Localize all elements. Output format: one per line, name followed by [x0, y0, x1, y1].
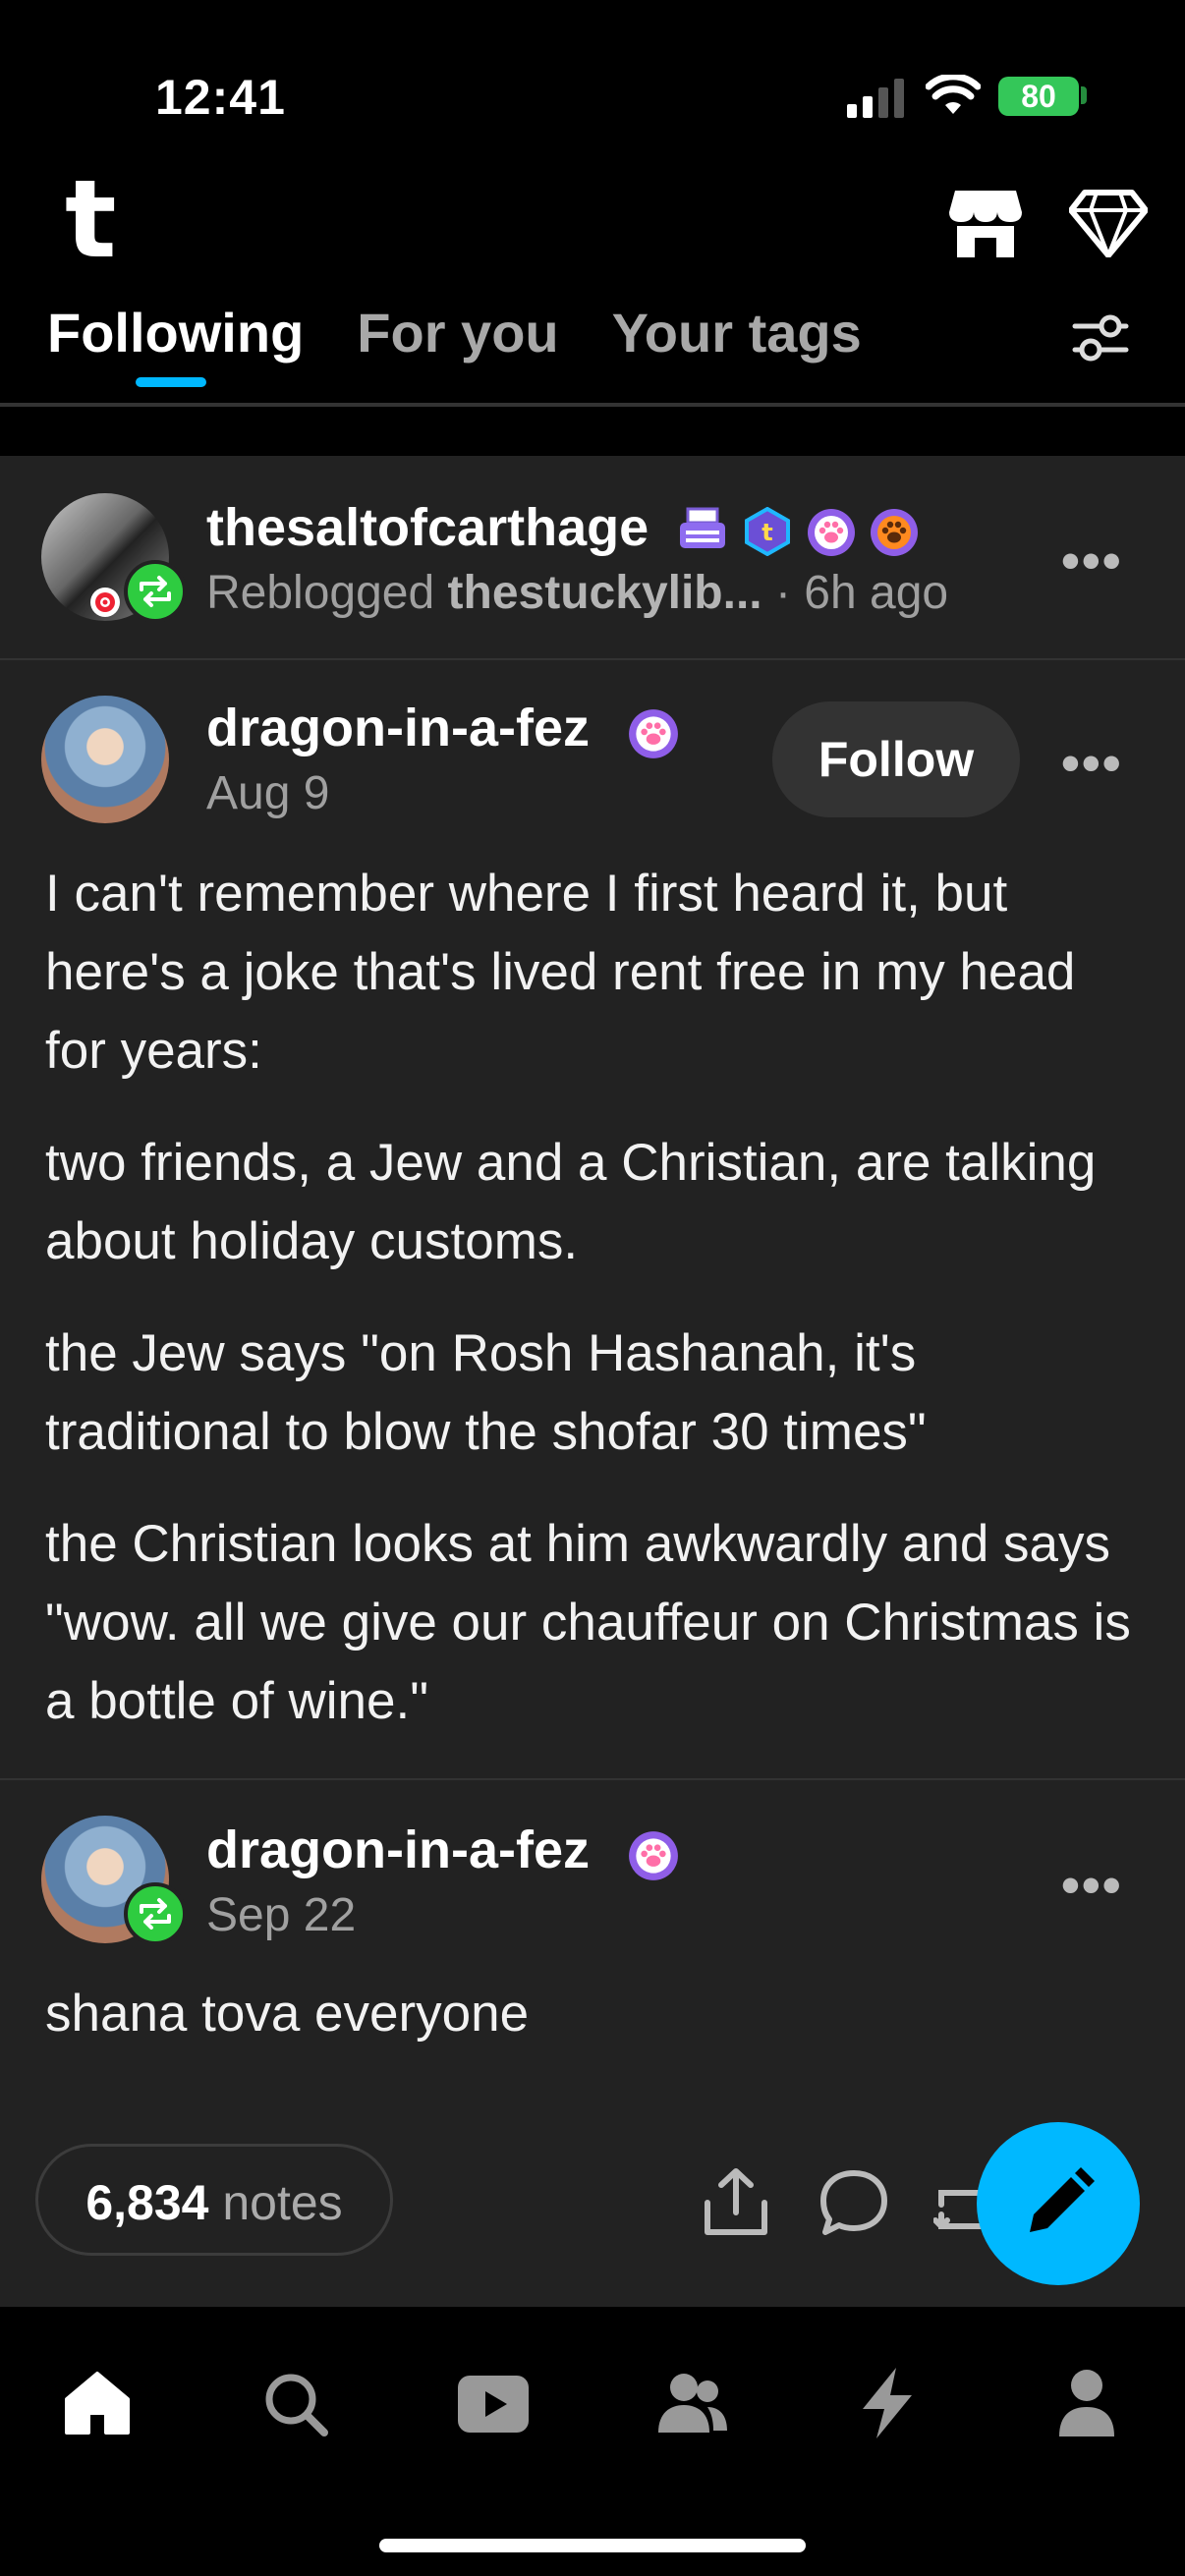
post-paragraph: the Christian looks at him awkwardly and… — [45, 1515, 1131, 1730]
reblog-date: Sep 22 — [206, 1889, 357, 1941]
notes-label: notes — [222, 2175, 343, 2230]
post-paragraph: two friends, a Jew and a Christian, are … — [45, 1134, 1097, 1270]
paw-badge-icon — [808, 509, 855, 556]
notes-button[interactable]: 6,834 notes — [35, 2144, 393, 2256]
battery-indicator: 80 — [998, 77, 1079, 116]
reblog-author-paw-badge-icon — [629, 1831, 678, 1880]
notes-count: 6,834 — [85, 2175, 209, 2230]
active-tab-indicator — [136, 377, 206, 387]
video-icon[interactable] — [456, 2374, 531, 2435]
activity-icon[interactable] — [857, 2366, 918, 2440]
reblog-badge-icon — [124, 1882, 187, 1945]
feed-tabs: Following For you Your tags — [47, 301, 862, 364]
comment-icon[interactable] — [818, 2167, 890, 2238]
header-divider — [0, 403, 1185, 407]
post-more-button[interactable]: ••• — [1061, 733, 1123, 794]
reblogger-username[interactable]: thesaltofcarthage — [206, 497, 649, 558]
pencil-icon — [1030, 2167, 1095, 2232]
share-icon[interactable] — [702, 2165, 770, 2238]
reblog-meta: Reblogged thestuckylib... · 6h ago — [206, 566, 948, 620]
status-time: 12:41 — [155, 70, 286, 125]
tab-your-tags[interactable]: Your tags — [612, 301, 862, 364]
filter-settings-icon[interactable] — [1071, 312, 1130, 364]
reblog-comment-more-button[interactable]: ••• — [1061, 1855, 1123, 1916]
post-paragraph: the Jew says "on Rosh Hashanah, it's tra… — [45, 1324, 927, 1461]
post-body: I can't remember where I first heard it,… — [45, 855, 1136, 1774]
author-avatar[interactable] — [41, 696, 169, 823]
svg-text:t: t — [762, 519, 772, 546]
shop-icon[interactable] — [949, 187, 1022, 257]
typewriter-badge-icon — [680, 507, 725, 548]
bottom-tab-bar — [0, 2307, 1185, 2576]
reblog-header-divider — [0, 658, 1185, 660]
tab-following[interactable]: Following — [47, 301, 304, 364]
reblog-comment-text: shana tova everyone — [45, 1985, 530, 2043]
reblog-source[interactable]: thestuckylib... — [448, 567, 762, 619]
reblogged-label: Reblogged — [206, 567, 435, 619]
communities-icon[interactable] — [654, 2370, 729, 2436]
author-paw-badge-icon — [629, 709, 678, 758]
author-username[interactable]: dragon-in-a-fez — [206, 698, 590, 758]
battery-tip — [1081, 86, 1087, 104]
post-date: Aug 9 — [206, 767, 330, 819]
signal-icon — [847, 79, 904, 118]
reblog-badge-icon — [124, 560, 187, 623]
reblog-author-username[interactable]: dragon-in-a-fez — [206, 1820, 590, 1880]
post-divider — [0, 1778, 1185, 1780]
tumblr-logo[interactable]: t — [65, 165, 117, 273]
search-icon[interactable] — [261, 2370, 330, 2438]
target-badge-icon — [90, 588, 120, 617]
reblog-time: · 6h ago — [774, 567, 949, 619]
account-icon[interactable] — [1055, 2368, 1118, 2438]
reblog-icon[interactable] — [933, 2171, 983, 2236]
tab-for-you[interactable]: For you — [357, 301, 558, 364]
home-icon[interactable] — [63, 2370, 132, 2436]
tumblr-badge-icon: t — [745, 507, 790, 556]
compose-button[interactable] — [977, 2122, 1140, 2285]
diamond-icon[interactable] — [1069, 189, 1148, 257]
wifi-icon — [926, 75, 981, 114]
home-indicator — [379, 2539, 806, 2552]
reblog-more-button[interactable]: ••• — [1061, 531, 1123, 591]
paw-orange-badge-icon — [871, 509, 918, 556]
follow-button[interactable]: Follow — [772, 701, 1020, 817]
post-paragraph: I can't remember where I first heard it,… — [45, 865, 1076, 1080]
